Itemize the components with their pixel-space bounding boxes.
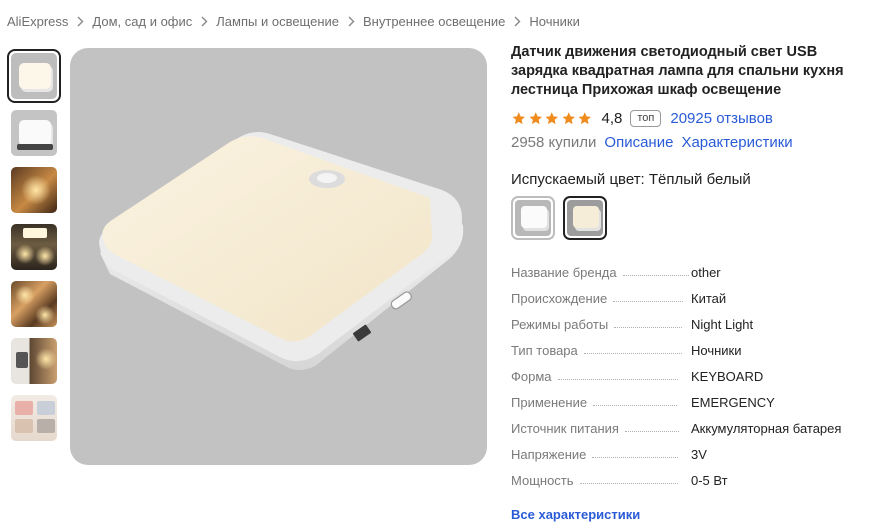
product-lamp-illustration (99, 132, 464, 370)
spec-row: Мощность 0-5 Вт (511, 467, 883, 493)
thumbnail-7[interactable] (7, 391, 61, 445)
spec-row: Применение EMERGENCY (511, 389, 883, 415)
spec-key: Мощность (511, 472, 574, 488)
spec-key: Название бренда (511, 264, 617, 280)
spec-row: Название бренда other (511, 259, 883, 285)
chevron-right-icon (77, 16, 84, 27)
swatch-warm-white[interactable] (563, 196, 607, 240)
thumbnail-6[interactable] (7, 334, 61, 388)
thumbnail-2[interactable] (7, 106, 61, 160)
breadcrumb-item-lamps[interactable]: Лампы и освещение (216, 14, 339, 29)
spec-dots (583, 352, 682, 354)
chevron-right-icon (348, 16, 355, 27)
spec-dots (613, 300, 684, 302)
spec-key: Напряжение (511, 446, 587, 462)
spec-dots (624, 430, 679, 432)
description-link[interactable]: Описание (604, 134, 673, 151)
breadcrumb-item-night-lights[interactable]: Ночники (529, 14, 580, 29)
thumbnail-4[interactable] (7, 220, 61, 274)
star-icon (578, 111, 591, 124)
spec-dots (557, 378, 678, 380)
spec-value: Ночники (691, 342, 742, 358)
thumbnail-1[interactable] (7, 49, 61, 103)
thumbnail-3[interactable] (7, 163, 61, 217)
main-product-image[interactable] (70, 48, 487, 465)
breadcrumb-item-aliexpress[interactable]: AliExpress (7, 14, 68, 29)
all-specs-link[interactable]: Все характеристики (511, 507, 883, 525)
spec-value: 0-5 Вт (691, 472, 728, 488)
spec-value: Аккумуляторная батарея (691, 420, 842, 436)
spec-dots (593, 404, 678, 406)
spec-key: Форма (511, 368, 552, 384)
star-icon (512, 111, 525, 124)
color-swatches (511, 196, 883, 240)
swatch-cold-white[interactable] (511, 196, 555, 240)
sold-row: 2958 купили Описание Характеристики (511, 132, 883, 152)
spec-row: Режимы работы Night Light (511, 311, 883, 337)
rating-value: 4,8 (601, 109, 623, 127)
spec-row: Тип товара Ночники (511, 337, 883, 363)
rating-stars (511, 111, 593, 126)
spec-value: other (691, 264, 721, 280)
rating-row: 4,8 топ 20925 отзывов (511, 108, 883, 128)
thumbnail-5[interactable] (7, 277, 61, 331)
star-icon (529, 111, 542, 124)
spec-value: KEYBOARD (691, 368, 764, 384)
spec-row: Напряжение 3V (511, 441, 883, 467)
spec-row: Происхождение Китай (511, 285, 883, 311)
specifications-link[interactable]: Характеристики (681, 134, 792, 151)
product-title: Датчик движения светодиодный свет USB за… (511, 44, 844, 98)
spec-row: Источник питания Аккумуляторная батарея (511, 415, 883, 441)
breadcrumb-item-home-garden[interactable]: Дом, сад и офис (92, 14, 192, 29)
spec-dots (579, 482, 678, 484)
spec-value: Night Light (691, 316, 754, 332)
color-label: Испускаемый цвет: Тёплый белый (511, 171, 751, 188)
spec-key: Применение (511, 394, 588, 410)
star-icon (545, 111, 558, 124)
spec-dots (614, 326, 683, 328)
top-badge: топ (630, 109, 662, 127)
breadcrumb: AliExpress Дом, сад и офис Лампы и освещ… (7, 12, 580, 30)
spec-dots (592, 456, 679, 458)
thumbnail-gallery (7, 49, 61, 448)
spec-key: Источник питания (511, 420, 619, 436)
spec-row: Форма KEYBOARD (511, 363, 883, 389)
breadcrumb-item-indoor-lighting[interactable]: Внутреннее освещение (363, 14, 505, 29)
star-icon (562, 111, 575, 124)
spec-value: EMERGENCY (691, 394, 775, 410)
reviews-link[interactable]: 20925 отзывов (670, 110, 773, 127)
spec-value: Китай (691, 290, 727, 306)
spec-value: 3V (691, 446, 707, 462)
spec-key: Тип товара (511, 342, 578, 358)
spec-dots (622, 274, 689, 276)
product-info-panel: Датчик движения светодиодный свет USB за… (511, 43, 883, 525)
chevron-right-icon (514, 16, 521, 27)
spec-key: Режимы работы (511, 316, 609, 332)
sold-count: 2958 купили (511, 133, 597, 151)
specs-table: Название бренда other Происхождение Кита… (511, 259, 883, 493)
spec-key: Происхождение (511, 290, 608, 306)
chevron-right-icon (201, 16, 208, 27)
